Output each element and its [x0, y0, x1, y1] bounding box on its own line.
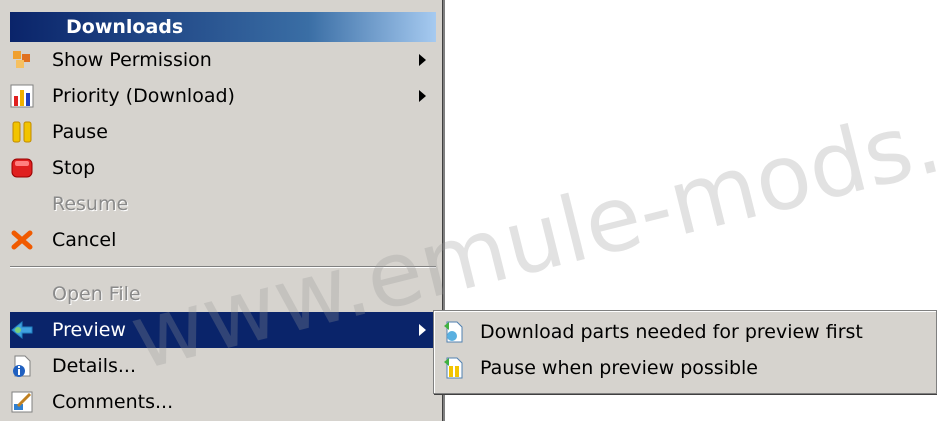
- submenu-arrow-icon: [419, 54, 426, 66]
- menu-title: Downloads: [10, 12, 436, 42]
- submenu-arrow-icon: [419, 324, 426, 336]
- permission-icon: [10, 48, 34, 72]
- preview-submenu: Download parts needed for preview first …: [433, 310, 937, 394]
- pause-icon: [10, 120, 34, 144]
- pause-preview-icon: [442, 356, 466, 380]
- menu-item-open-file[interactable]: Open File: [10, 276, 436, 312]
- preview-arrow-icon: [10, 318, 34, 342]
- submenu-item-pause-when-preview[interactable]: Pause when preview possible: [434, 350, 934, 386]
- menu-item-label: Pause: [52, 121, 108, 143]
- submenu-item-label: Pause when preview possible: [480, 357, 758, 379]
- downloads-context-menu: Downloads Show Permission Priority (Down…: [0, 0, 445, 421]
- menu-item-label: Stop: [52, 157, 96, 179]
- menu-item-label: Preview: [52, 319, 126, 341]
- menu-item-show-permission[interactable]: Show Permission: [10, 42, 436, 78]
- menu-item-label: Details...: [52, 355, 136, 377]
- priority-chart-icon: [10, 84, 34, 108]
- menu-item-label: Show Permission: [52, 49, 212, 71]
- submenu-item-label: Download parts needed for preview first: [480, 321, 863, 343]
- cancel-x-icon: [10, 228, 34, 252]
- menu-item-resume[interactable]: Resume: [10, 186, 436, 222]
- menu-item-label: Comments...: [52, 391, 174, 413]
- menu-item-comments[interactable]: Comments...: [10, 384, 436, 420]
- comments-icon: [10, 390, 34, 414]
- menu-item-stop[interactable]: Stop: [10, 150, 436, 186]
- menu-item-label: Open File: [52, 283, 141, 305]
- stop-icon: [10, 156, 34, 180]
- menu-separator: [10, 266, 436, 268]
- menu-item-preview[interactable]: Preview: [10, 312, 436, 348]
- download-parts-icon: [442, 320, 466, 344]
- menu-item-details[interactable]: Details...: [10, 348, 436, 384]
- details-info-icon: [10, 354, 34, 378]
- submenu-arrow-icon: [419, 90, 426, 102]
- menu-item-cancel[interactable]: Cancel: [10, 222, 436, 258]
- menu-item-label: Cancel: [52, 229, 117, 251]
- submenu-item-download-parts-first[interactable]: Download parts needed for preview first: [434, 314, 934, 350]
- menu-item-priority-download[interactable]: Priority (Download): [10, 78, 436, 114]
- menu-item-pause[interactable]: Pause: [10, 114, 436, 150]
- menu-item-label: Resume: [52, 193, 129, 215]
- menu-item-label: Priority (Download): [52, 85, 235, 107]
